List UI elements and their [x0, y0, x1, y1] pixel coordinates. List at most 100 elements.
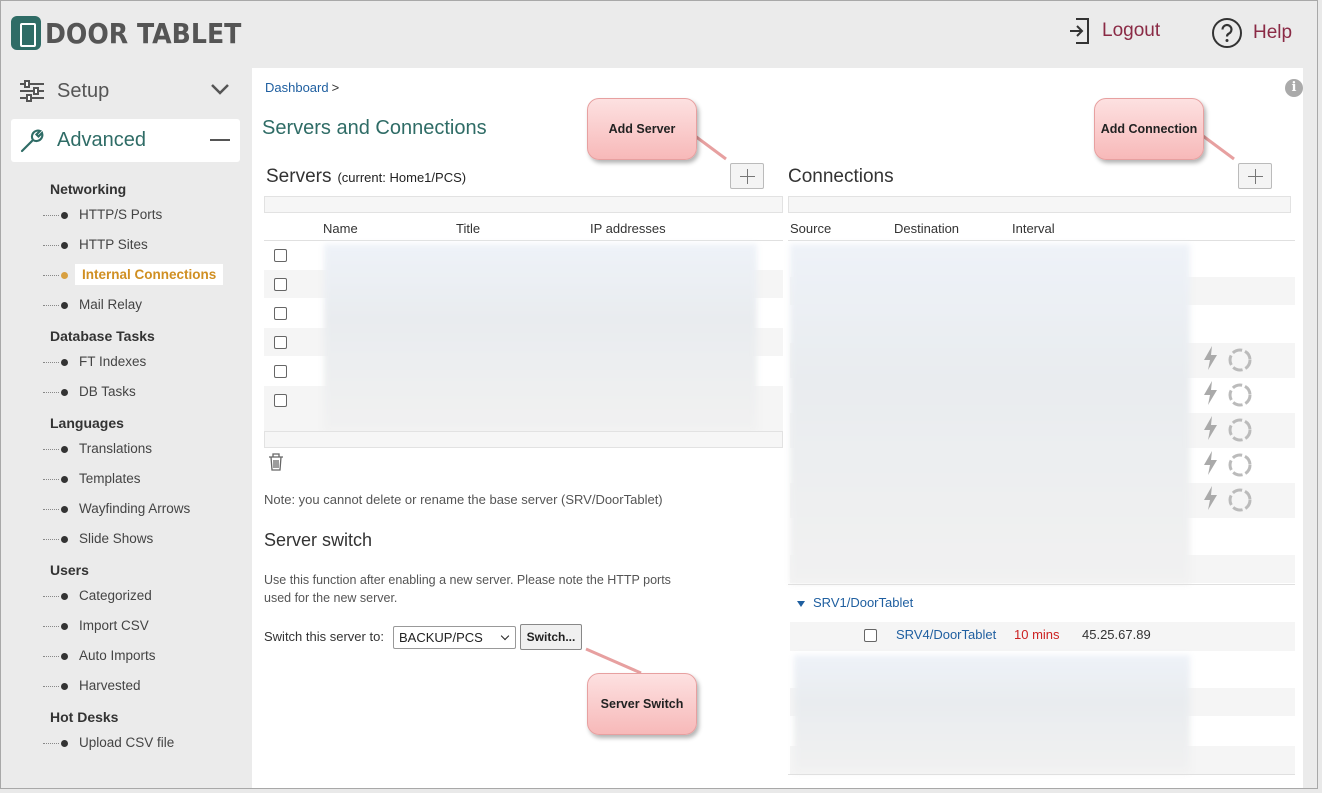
sidebar-advanced[interactable]: Advanced	[11, 119, 240, 162]
breadcrumb: Dashboard >	[265, 80, 339, 95]
refresh-icon[interactable]	[1227, 382, 1253, 408]
connection-group-srv1[interactable]: SRV1/DoorTablet	[797, 595, 913, 610]
divider	[788, 774, 1295, 775]
blurred-connection-rows	[790, 244, 1190, 584]
nav-group-database-tasks: Database Tasks	[50, 328, 155, 344]
callout-add-connection: Add Connection	[1094, 98, 1204, 160]
app-window: DOOR TABLET Logout Help Setup Advanced N…	[0, 0, 1318, 789]
server-switch-heading: Server switch	[264, 530, 373, 550]
trash-icon[interactable]	[267, 452, 285, 472]
info-icon[interactable]: i	[1285, 79, 1303, 97]
logout-link[interactable]: Logout	[1068, 17, 1160, 45]
run-icon[interactable]	[1201, 415, 1221, 441]
connection-destination[interactable]: SRV4/DoorTablet	[896, 627, 996, 642]
sidebar-item-harvested[interactable]: Harvested	[31, 671, 241, 701]
col-name[interactable]: Name	[323, 221, 358, 236]
col-source[interactable]: Source	[790, 221, 831, 236]
blurred-connection-rows	[794, 655, 1190, 773]
nav-group-networking: Networking	[50, 181, 127, 197]
servers-toolbar	[264, 196, 783, 213]
sidebar-item-label: Templates	[79, 471, 141, 486]
bullet-icon	[61, 506, 68, 513]
bullet-icon	[61, 623, 68, 630]
sidebar-item-db-tasks[interactable]: DB Tasks	[31, 377, 241, 407]
col-title[interactable]: Title	[456, 221, 480, 236]
sidebar-tree: Networking HTTP/S Ports HTTP Sites Inter…	[31, 173, 241, 758]
door-tablet-logo[interactable]: DOOR TABLET	[11, 15, 263, 51]
sidebar-item-https-ports[interactable]: HTTP/S Ports	[31, 200, 241, 230]
help-link[interactable]: Help	[1211, 17, 1292, 49]
breadcrumb-separator: >	[331, 80, 340, 95]
door-icon	[11, 16, 41, 50]
sidebar-item-label: Auto Imports	[79, 648, 156, 663]
sidebar-item-label: Mail Relay	[79, 297, 143, 312]
add-connection-button[interactable]	[1238, 163, 1272, 189]
refresh-icon[interactable]	[1227, 487, 1253, 513]
blurred-server-rows	[324, 244, 757, 432]
sidebar-item-wayfinding-arrows[interactable]: Wayfinding Arrows	[31, 494, 241, 524]
sidebar-item-import-csv[interactable]: Import CSV	[31, 611, 241, 641]
sidebar-item-translations[interactable]: Translations	[31, 434, 241, 464]
sidebar-item-label: HTTP Sites	[79, 237, 148, 252]
bullet-icon	[61, 536, 68, 543]
col-destination[interactable]: Destination	[894, 221, 959, 236]
sidebar-item-mail-relay[interactable]: Mail Relay	[31, 290, 241, 320]
sidebar-advanced-label: Advanced	[57, 129, 146, 151]
server-row-checkbox[interactable]	[274, 394, 287, 407]
sidebar-item-categorized[interactable]: Categorized	[31, 581, 241, 611]
main-panel: Dashboard > i Servers and Connections Ser…	[252, 68, 1303, 788]
col-ip-addresses[interactable]: IP addresses	[590, 221, 666, 236]
col-interval[interactable]: Interval	[1012, 221, 1055, 236]
current-label: (current:	[337, 170, 386, 185]
sliders-icon	[20, 80, 44, 102]
connection-ip: 45.25.67.89	[1082, 627, 1151, 642]
servers-note: Note: you cannot delete or rename the ba…	[264, 492, 663, 507]
refresh-icon[interactable]	[1227, 417, 1253, 443]
chevron-down-icon[interactable]	[210, 83, 230, 95]
collapse-icon[interactable]	[210, 139, 230, 141]
bullet-icon	[61, 476, 68, 483]
server-row-checkbox[interactable]	[274, 307, 287, 320]
bullet-icon	[61, 359, 68, 366]
bullet-icon	[61, 653, 68, 660]
run-icon[interactable]	[1201, 450, 1221, 476]
server-row-checkbox[interactable]	[274, 336, 287, 349]
refresh-icon[interactable]	[1227, 452, 1253, 478]
add-server-button[interactable]	[730, 163, 764, 189]
run-icon[interactable]	[1201, 345, 1221, 371]
sidebar-item-auto-imports[interactable]: Auto Imports	[31, 641, 241, 671]
sidebar-item-label: FT Indexes	[79, 354, 147, 369]
server-row-checkbox[interactable]	[274, 365, 287, 378]
sidebar-item-slide-shows[interactable]: Slide Shows	[31, 524, 241, 554]
run-icon[interactable]	[1201, 380, 1221, 406]
bullet-icon	[61, 272, 68, 279]
bullet-icon	[61, 683, 68, 690]
run-icon[interactable]	[1201, 485, 1221, 511]
current-server: (current: Home1/PCS)	[337, 170, 466, 185]
sidebar-item-label: Wayfinding Arrows	[79, 501, 191, 516]
connections-heading: Connections	[788, 166, 894, 187]
sidebar-item-templates[interactable]: Templates	[31, 464, 241, 494]
connections-toolbar	[788, 196, 1291, 213]
divider	[264, 240, 783, 241]
bullet-icon	[61, 446, 68, 453]
sidebar-item-ft-indexes[interactable]: FT Indexes	[31, 347, 241, 377]
sidebar-item-internal-connections[interactable]: Internal Connections	[31, 260, 241, 290]
refresh-icon[interactable]	[1227, 347, 1253, 373]
logo-text: DOOR TABLET	[45, 16, 242, 50]
switch-button[interactable]: Switch...	[520, 624, 582, 650]
sidebar-setup[interactable]: Setup	[11, 71, 240, 111]
connection-row-checkbox[interactable]	[864, 629, 877, 642]
breadcrumb-dashboard-link[interactable]: Dashboard	[265, 80, 329, 95]
server-row-checkbox[interactable]	[274, 249, 287, 262]
callout-server-switch: Server Switch	[587, 673, 697, 735]
sidebar-item-http-sites[interactable]: HTTP Sites	[31, 230, 241, 260]
divider	[788, 584, 1295, 585]
wrench-icon	[20, 129, 44, 152]
sidebar-item-upload-csv[interactable]: Upload CSV file	[31, 728, 241, 758]
servers-title: Servers	[266, 166, 332, 187]
switch-server-select[interactable]: BACKUP/PCS	[393, 626, 516, 649]
server-row-checkbox[interactable]	[274, 278, 287, 291]
nav-group-languages: Languages	[50, 415, 124, 431]
current-close: )	[461, 170, 467, 185]
